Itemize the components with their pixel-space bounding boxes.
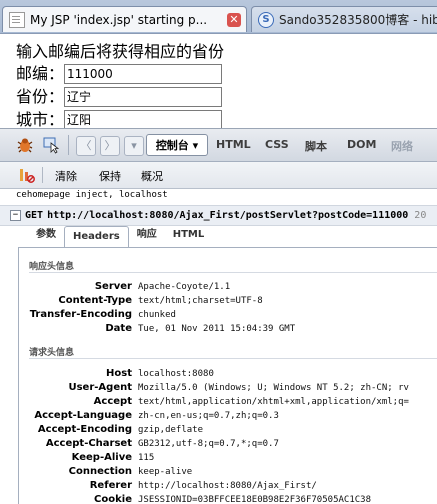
firebug-toolbar: 〈 〉 ▾ 控制台 ▾ HTML CSS 脚本 DOM 网络 [0,129,437,162]
chevron-down-icon[interactable]: ▾ [124,136,144,156]
header-key: Cookie [94,494,132,504]
postcode-input[interactable] [64,63,222,84]
header-value: http://localhost:8080/Ajax_First/ [138,481,317,491]
request-headers-title: 请求头信息 [29,348,75,358]
request-url[interactable]: http://localhost:8080/Ajax_First/postSer… [47,210,408,221]
header-value: Apache-Coyote/1.1 [138,282,231,292]
header-key: Keep-Alive [71,452,132,463]
console-toolbar: 清除 保持 概况 [0,162,437,189]
firebug-bug-icon[interactable] [14,134,36,156]
header-value: GB2312,utf-8;q=0.7,*;q=0.7 [138,439,279,449]
header-key: Accept [93,396,132,407]
request-header-row: Accept-Charset GB2312,utf-8;q=0.7,*;q=0.… [19,437,437,451]
forward-button[interactable]: 〉 [100,136,120,156]
city-input[interactable] [64,109,222,130]
response-header-row: Server Apache-Coyote/1.1 [19,280,437,294]
persist-button[interactable]: 保持 [99,168,121,184]
header-value: localhost:8080 [138,369,214,379]
header-value: keep-alive [138,467,193,477]
response-header-row: Date Tue, 01 Nov 2011 15:04:39 GMT [19,322,437,336]
request-row[interactable]: − GET http://localhost:8080/Ajax_First/pos… [0,205,437,226]
postcode-row: 邮编： [16,62,436,85]
firebug-panel: 〈 〉 ▾ 控制台 ▾ HTML CSS 脚本 DOM 网络 清除 保持 概况 … [0,128,437,504]
tab-dom[interactable]: DOM [347,138,376,151]
response-header-row: Content-Type text/html;charset=UTF-8 [19,294,437,308]
divider [29,272,437,273]
headers-panel: 响应头信息 Server Apache-Coyote/1.1 Content-T… [18,247,437,504]
header-value: text/html,application/xhtml+xml,applicat… [138,397,409,407]
tab-response-html[interactable]: HTML [165,225,213,245]
response-header-row: Transfer-Encoding chunked [19,308,437,322]
header-key: Host [106,368,132,379]
collapse-icon[interactable]: − [10,209,21,221]
header-key: Connection [68,466,132,477]
request-header-row: Accept-Language zh-cn,en-us;q=0.7,zh;q=0… [19,409,437,423]
header-value: JSESSIONID=03BFFCEE18E0B98E2F36F70505AC1… [138,495,371,504]
clear-button[interactable]: 清除 [55,168,77,184]
browser-tab-active[interactable]: My JSP 'index.jsp' starting p... ✕ [2,6,247,32]
inspect-icon[interactable] [40,134,62,156]
page-icon [9,11,25,28]
request-header-row: Accept text/html,application/xhtml+xml,a… [19,395,437,409]
tab-html[interactable]: HTML [216,138,251,151]
tab-headers[interactable]: Headers [64,226,129,248]
header-value: chunked [138,310,176,320]
page-content: 输入邮编后将获得相应的省份 邮编： 省份： 城市： [16,40,436,131]
header-key: Accept-Encoding [37,424,132,435]
back-button[interactable]: 〈 [76,136,96,156]
close-icon[interactable]: ✕ [227,12,241,27]
header-key: User-Agent [68,382,132,393]
blog-icon: S [258,11,274,28]
tab-title: My JSP 'index.jsp' starting p... [30,12,208,27]
tab-console[interactable]: 控制台 ▾ [146,134,208,156]
browser-tab-strip: My JSP 'index.jsp' starting p... ✕ S San… [0,0,437,34]
request-tabs: 参数 Headers 响应 HTML [28,225,213,248]
tab-net[interactable]: 网络 [391,138,413,154]
toolbar-divider [68,135,69,155]
request-time: 20 [414,210,427,221]
request-method: GET [25,210,44,221]
province-label: 省份： [16,87,65,106]
browser-tab-inactive[interactable]: S Sando352835800博客 - hiber [251,6,437,32]
response-headers-title: 响应头信息 [29,262,75,272]
request-header-row: Cookie JSESSIONID=03BFFCEE18E0B98E2F36F7… [19,493,437,504]
request-header-row: Referer http://localhost:8080/Ajax_First… [19,479,437,493]
header-key: Content-Type [58,295,132,306]
divider [29,358,437,359]
header-value: zh-cn,en-us;q=0.7,zh;q=0.3 [138,411,279,421]
header-key: Transfer-Encoding [29,309,132,320]
tab-css[interactable]: CSS [265,138,289,151]
header-key: Accept-Charset [45,438,132,449]
console-filter-icon[interactable] [16,164,38,186]
header-value: Mozilla/5.0 (Windows; U; Windows NT 5.2;… [138,383,409,393]
tab-title: Sando352835800博客 - hiber [279,13,437,27]
page-heading: 输入邮编后将获得相应的省份 [16,42,225,61]
header-value: 115 [138,453,155,463]
request-header-row: Host localhost:8080 [19,367,437,381]
tab-params[interactable]: 参数 [28,225,64,245]
toolbar-divider [42,167,43,183]
header-key: Server [94,281,132,292]
request-header-row: User-Agent Mozilla/5.0 (Windows; U; Wind… [19,381,437,395]
header-key: Referer [89,480,132,491]
header-key: Accept-Language [34,410,132,421]
header-value: Tue, 01 Nov 2011 15:04:39 GMT [138,324,296,334]
profile-button[interactable]: 概况 [141,168,163,184]
console-log-line: cehomepage inject, localhost [16,190,168,200]
province-input[interactable] [64,86,222,107]
header-value: gzip,deflate [138,425,204,435]
header-value: text/html;charset=UTF-8 [138,296,263,306]
request-header-row: Connection keep-alive [19,465,437,479]
header-key: Date [105,323,132,334]
tab-response[interactable]: 响应 [129,225,165,245]
postcode-label: 邮编： [16,64,65,83]
province-row: 省份： [16,85,436,108]
request-header-row: Keep-Alive 115 [19,451,437,465]
tab-script[interactable]: 脚本 [305,138,327,154]
request-header-row: Accept-Encoding gzip,deflate [19,423,437,437]
